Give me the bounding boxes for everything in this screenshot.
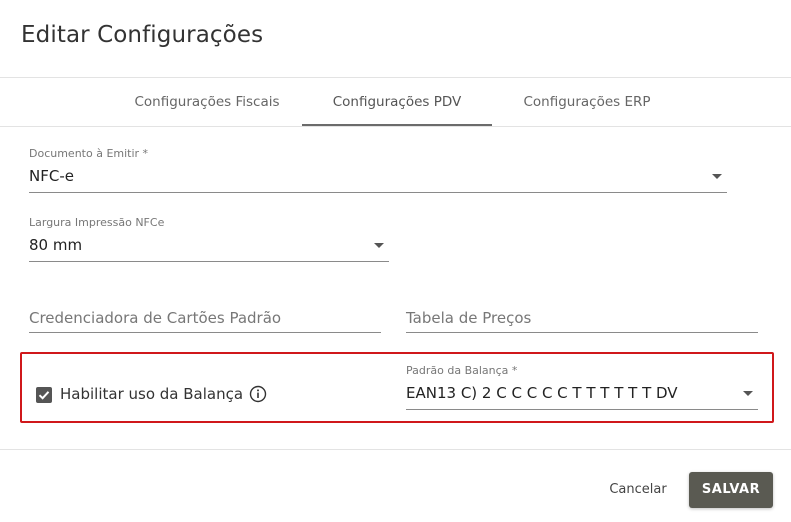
chevron-down-icon[interactable] bbox=[743, 391, 753, 396]
padrao-balanca-underline bbox=[406, 409, 758, 410]
tab-configuracoes-pdv[interactable]: Configurações PDV bbox=[302, 78, 492, 126]
chevron-down-icon[interactable] bbox=[374, 243, 384, 248]
largura-impressao-underline bbox=[29, 261, 389, 262]
credenciadora-placeholder: Credenciadora de Cartões Padrão bbox=[29, 309, 282, 327]
tabela-precos-underline bbox=[406, 332, 758, 333]
documento-emitir-label: Documento à Emitir * bbox=[29, 147, 149, 160]
save-button[interactable]: SALVAR bbox=[689, 472, 773, 508]
habilitar-balanca-checkbox[interactable] bbox=[36, 387, 52, 403]
tabs-divider bbox=[0, 126, 791, 127]
largura-impressao-select[interactable]: Largura Impressão NFCe 80 mm bbox=[29, 216, 389, 262]
documento-emitir-value: NFC-e bbox=[29, 167, 74, 185]
padrao-balanca-select[interactable]: Padrão da Balança * EAN13 C) 2 C C C C C… bbox=[406, 364, 758, 410]
padrao-balanca-value: EAN13 C) 2 C C C C C T T T T T T DV bbox=[406, 384, 678, 402]
edit-settings-dialog: Editar Configurações Configurações Fisca… bbox=[0, 0, 791, 522]
documento-emitir-underline bbox=[29, 192, 727, 193]
tab-configuracoes-erp[interactable]: Configurações ERP bbox=[494, 78, 680, 126]
padrao-balanca-label: Padrão da Balança * bbox=[406, 364, 518, 377]
chevron-down-icon[interactable] bbox=[712, 174, 722, 179]
checkmark-icon bbox=[38, 391, 50, 400]
cancel-button[interactable]: Cancelar bbox=[598, 472, 678, 508]
credenciadora-underline bbox=[29, 332, 381, 333]
info-icon[interactable] bbox=[249, 385, 267, 403]
tabela-precos-placeholder: Tabela de Preços bbox=[406, 309, 532, 327]
dialog-title: Editar Configurações bbox=[21, 22, 264, 48]
largura-impressao-label: Largura Impressão NFCe bbox=[29, 216, 165, 229]
tabela-precos-input[interactable]: Tabela de Preços bbox=[406, 300, 758, 333]
habilitar-balanca-label[interactable]: Habilitar uso da Balança bbox=[60, 385, 243, 403]
credenciadora-input[interactable]: Credenciadora de Cartões Padrão bbox=[29, 300, 381, 333]
footer-divider bbox=[0, 449, 791, 450]
tab-configuracoes-fiscais[interactable]: Configurações Fiscais bbox=[114, 78, 300, 126]
largura-impressao-value: 80 mm bbox=[29, 236, 83, 254]
settings-tabs: Configurações Fiscais Configurações PDV … bbox=[0, 78, 791, 126]
documento-emitir-select[interactable]: Documento à Emitir * NFC-e bbox=[29, 147, 727, 193]
